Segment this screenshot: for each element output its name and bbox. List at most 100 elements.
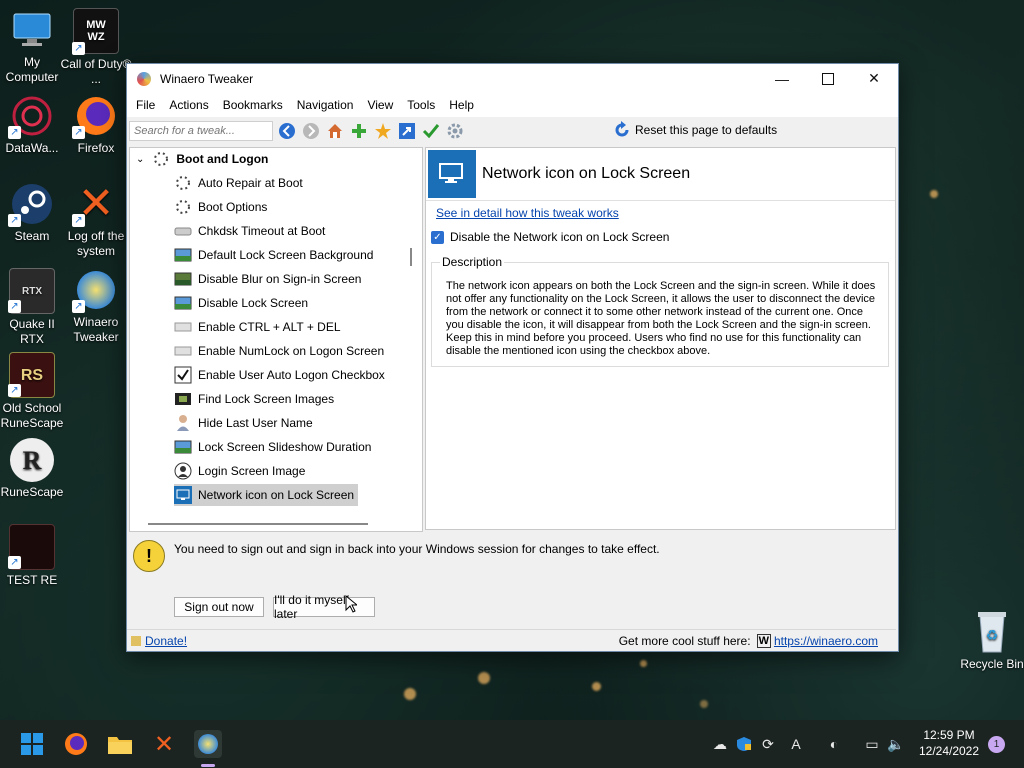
tweak-tree: ⌄ Boot and Logon Auto Repair at Boot Boo… [129,147,423,532]
network-icon[interactable]: ▭ [862,734,882,754]
landscape-icon [174,438,192,456]
volume-icon[interactable]: 🔈 [886,734,906,754]
tree-item[interactable]: Chkdsk Timeout at Boot [174,220,325,242]
start-button[interactable] [18,730,46,758]
taskbar-log-off[interactable]: ✕ [150,730,178,758]
do-it-later-button[interactable]: I'll do it myself later [273,593,375,621]
maximize-button[interactable] [805,64,851,93]
tree-item[interactable]: Find Lock Screen Images [174,388,334,410]
sign-out-now-button[interactable]: Sign out now [174,597,264,617]
forward-arrow-icon [303,123,319,139]
settings-button[interactable] [445,121,465,141]
menu-view[interactable]: View [360,98,400,112]
taskbar-winaero-tweaker[interactable] [194,730,222,758]
desktop-icon-label: Quake II RTX [9,317,55,346]
tree-item[interactable]: Default Lock Screen Background [174,244,373,266]
font-icon[interactable]: A [786,734,806,754]
tree-vertical-scrollbar[interactable] [410,248,412,266]
tree-item[interactable]: Disable Blur on Sign-in Screen [174,268,361,290]
panel-header: Network icon on Lock Screen [426,148,895,201]
bookmarks-button[interactable] [373,121,393,141]
maximize-icon [822,72,834,85]
desktop-icon-osrs[interactable]: RS ↗ Old School RuneScape [0,352,68,431]
menu-help[interactable]: Help [442,98,481,112]
sync-icon[interactable]: ⟳ [758,734,778,754]
clock[interactable]: 12:59 PM 12/24/2022 [914,727,984,759]
desktop-icon-call-of-duty[interactable]: MW WZ ↗ Call of Duty® ... [60,8,132,87]
title-bar[interactable]: Winaero Tweaker — ✕ [127,64,898,93]
tree-item[interactable]: Enable CTRL + ALT + DEL [174,316,341,338]
menu-bookmarks[interactable]: Bookmarks [216,98,290,112]
winaero-tweaker-window: Winaero Tweaker — ✕ File Actions Bookmar… [126,63,899,652]
desktop-icon-steam[interactable]: ↗ Steam [0,182,68,244]
tree-item-selected[interactable]: Network icon on Lock Screen [174,484,359,506]
tree-item-label: Login Screen Image [198,464,306,478]
desktop-icon-runescape[interactable]: R RuneScape [0,438,68,500]
restart-notice: ! You need to sign out and sign in back … [131,537,891,577]
desktop-icon-label: Firefox [77,141,115,155]
tree-item-label: Disable Lock Screen [198,296,309,310]
focus-assist-icon[interactable]: ◐ [824,734,844,754]
desktop-icon-recycle-bin[interactable]: ♻ Recycle Bin [960,608,1024,671]
desktop-icon-label: RuneScape [0,485,64,499]
desktop-icon-firefox[interactable]: ↗ Firefox [60,94,132,156]
network-monitor-icon [428,150,476,198]
desktop-icon-quake[interactable]: RTX ↗ Quake II RTX [0,268,68,347]
taskbar-firefox[interactable] [62,730,90,758]
security-shield-icon[interactable] [734,734,754,754]
donate-link[interactable]: Donate! [145,634,187,648]
menu-tools[interactable]: Tools [400,98,442,112]
tree-item[interactable]: Auto Repair at Boot [174,172,303,194]
checkbox-label: Disable the Network icon on Lock Screen [450,230,670,244]
notification-badge[interactable]: 1 [988,736,1005,753]
images-icon [174,390,192,408]
desktop-icon-datawa[interactable]: ↗ DataWa... [0,94,68,156]
notice-message: You need to sign out and sign in back in… [174,542,660,556]
description-box: Description The network icon appears on … [431,255,889,367]
add-bookmark-button[interactable] [349,121,369,141]
category-label: Boot and Logon [176,152,269,166]
menu-file[interactable]: File [129,98,162,112]
refresh-icon [615,121,629,137]
tree-horizontal-scrollbar[interactable] [148,523,368,525]
active-app-indicator [201,764,215,767]
desktop-icon-test-re[interactable]: ↗ TEST RE [0,524,68,588]
disable-network-icon-checkbox[interactable]: ✓ [431,230,444,244]
tree-item[interactable]: Boot Options [174,196,267,218]
reset-page-button[interactable]: Reset this page to defaults [613,121,777,139]
tree-item[interactable]: Enable User Auto Logon Checkbox [174,364,385,386]
tree-category-boot-logon[interactable]: ⌄ Boot and Logon [136,148,268,170]
forward-button[interactable] [301,121,321,141]
monitor-icon [174,486,192,504]
tree-item-label: Hide Last User Name [198,416,313,430]
tree-item[interactable]: Login Screen Image [174,460,305,482]
search-input[interactable] [129,121,273,141]
tree-item[interactable]: Disable Lock Screen [174,292,308,314]
desktop-icon-label: DataWa... [5,141,59,155]
menu-actions[interactable]: Actions [162,98,215,112]
tweak-detail-link[interactable]: See in detail how this tweak works [436,206,619,220]
back-button[interactable] [277,121,297,141]
tree-item[interactable]: Hide Last User Name [174,412,313,434]
desktop-icon-my-computer[interactable]: My Computer [0,8,68,85]
tree-item[interactable]: Lock Screen Slideshow Duration [174,436,371,458]
shortcut-button[interactable] [397,121,417,141]
minimize-button[interactable]: — [759,64,805,93]
desktop-icon-label: Steam [14,229,50,243]
winaero-icon [198,734,218,754]
desktop-icon-label: Recycle Bin [960,657,1024,671]
cloud-offline-icon[interactable]: ☁ [710,734,730,754]
desktop-icon-log-off[interactable]: ✕ ↗ Log off the system [60,182,132,259]
taskbar-file-explorer[interactable] [106,730,134,758]
desktop-icon-winaero[interactable]: ↗ Winaero Tweaker [60,268,132,345]
close-button[interactable]: ✕ [851,64,897,93]
tree-item[interactable]: Enable NumLock on Logon Screen [174,340,384,362]
tree-item-label: Enable NumLock on Logon Screen [198,344,385,358]
landscape-icon [174,294,192,312]
home-button[interactable] [325,121,345,141]
apply-button[interactable] [421,121,441,141]
menu-navigation[interactable]: Navigation [290,98,361,112]
tree-item-label: Disable Blur on Sign-in Screen [198,272,362,286]
disable-network-icon-checkbox-row[interactable]: ✓ Disable the Network icon on Lock Scree… [431,230,669,244]
winaero-url-link[interactable]: https://winaero.com [774,634,878,648]
